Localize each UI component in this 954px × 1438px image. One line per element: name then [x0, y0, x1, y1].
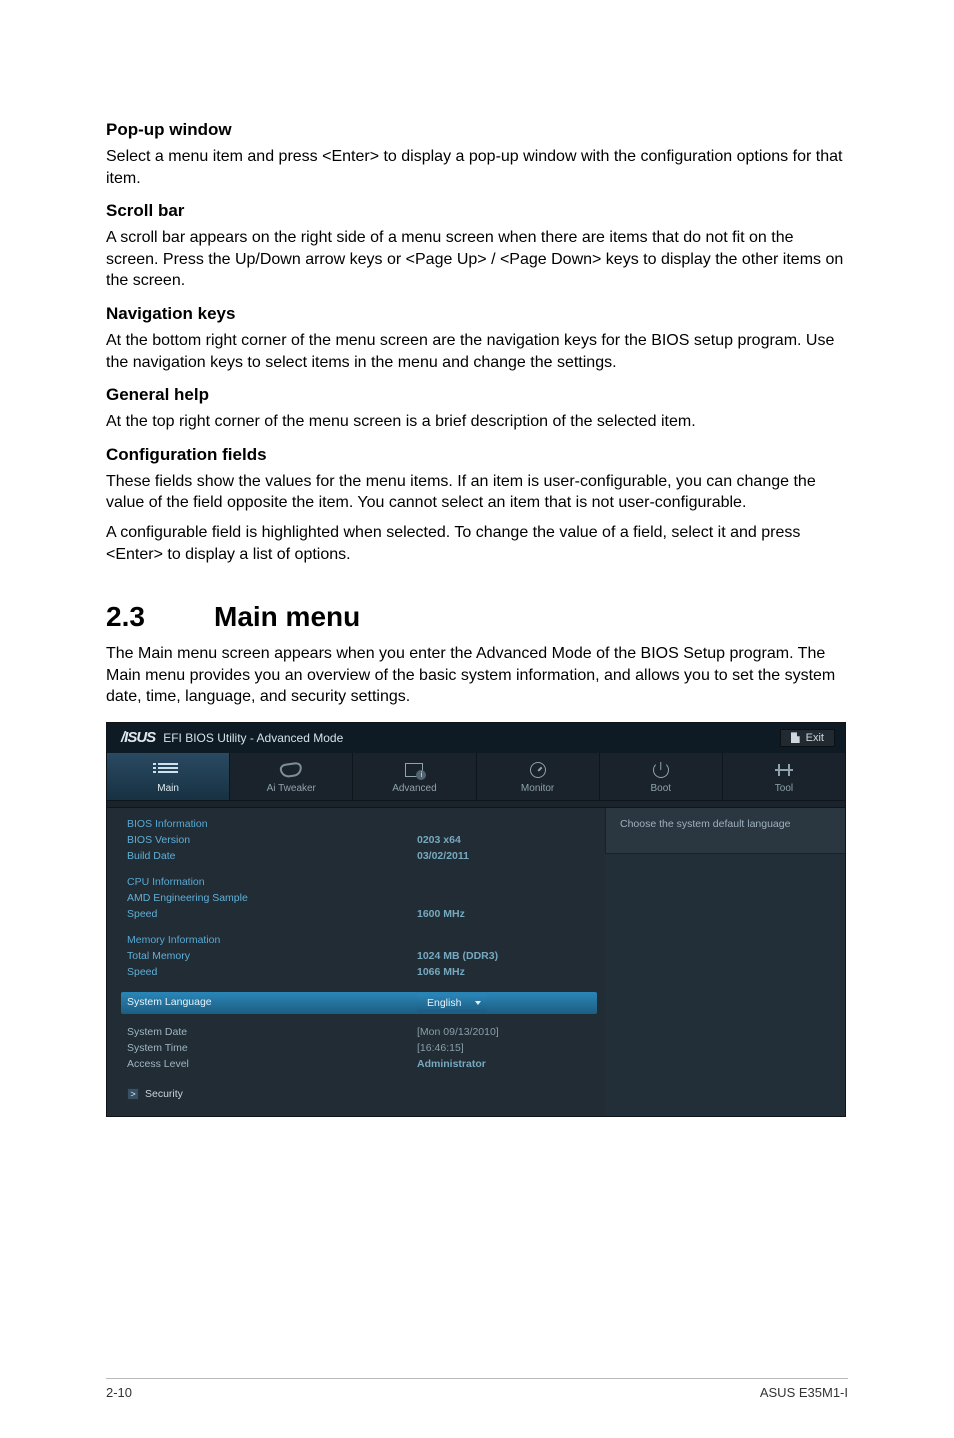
- section-intro: The Main menu screen appears when you en…: [106, 643, 848, 708]
- bios-left-panel: BIOS Information BIOS Version 0203 x64 B…: [107, 808, 605, 1116]
- bios-help-text: Choose the system default language: [620, 818, 790, 830]
- tab-monitor-label: Monitor: [477, 783, 599, 794]
- total-memory-label: Total Memory: [127, 948, 417, 964]
- navkeys-heading: Navigation keys: [106, 304, 848, 324]
- tab-monitor[interactable]: Monitor: [477, 753, 600, 800]
- tab-tool-label: Tool: [723, 783, 845, 794]
- tool-icon: [775, 764, 793, 776]
- cfgfields-heading: Configuration fields: [106, 445, 848, 465]
- cpu-speed-value: 1600 MHz: [417, 906, 591, 922]
- total-memory-value: 1024 MB (DDR3): [417, 948, 591, 964]
- scrollbar-heading: Scroll bar: [106, 201, 848, 221]
- popup-heading: Pop-up window: [106, 120, 848, 140]
- row-access-level: Access Level Administrator: [127, 1056, 591, 1072]
- row-system-time[interactable]: System Time [16:46:15]: [127, 1040, 591, 1056]
- tab-boot[interactable]: Boot: [600, 753, 723, 800]
- footer-product-name: ASUS E35M1-I: [760, 1385, 848, 1400]
- bios-version-value: 0203 x64: [417, 832, 591, 848]
- tab-advanced[interactable]: Advanced: [353, 753, 476, 800]
- genhelp-paragraph: At the top right corner of the menu scre…: [106, 411, 848, 433]
- tab-aitweaker-label: Ai Tweaker: [230, 783, 352, 794]
- exit-button[interactable]: Exit: [780, 729, 835, 747]
- system-date-label: System Date: [127, 1024, 417, 1040]
- tab-main[interactable]: Main: [107, 753, 230, 800]
- page-footer: 2-10 ASUS E35M1-I: [106, 1378, 848, 1400]
- build-date-value: 03/02/2011: [417, 848, 591, 864]
- chip-info-icon: [405, 763, 423, 777]
- section-number: 2.3: [106, 601, 214, 633]
- row-build-date: Build Date 03/02/2011: [127, 848, 591, 864]
- row-system-date[interactable]: System Date [Mon 09/13/2010]: [127, 1024, 591, 1040]
- content-spacer: [107, 800, 845, 808]
- row-total-memory: Total Memory 1024 MB (DDR3): [127, 948, 591, 964]
- memory-speed-label: Speed: [127, 964, 417, 980]
- bios-help-panel: Choose the system default language: [605, 808, 845, 854]
- row-bios-version: BIOS Version 0203 x64: [127, 832, 591, 848]
- system-date-value: [Mon 09/13/2010]: [417, 1024, 591, 1040]
- tab-tool[interactable]: Tool: [723, 753, 845, 800]
- group-datetime: System Date [Mon 09/13/2010] System Time…: [127, 1024, 591, 1072]
- tab-ai-tweaker[interactable]: Ai Tweaker: [230, 753, 353, 800]
- group-cpu-info: CPU Information AMD Engineering Sample S…: [127, 876, 591, 922]
- system-language-label: System Language: [127, 994, 417, 1012]
- cpu-speed-label: Speed: [127, 906, 417, 922]
- popup-paragraph: Select a menu item and press <Enter> to …: [106, 146, 848, 189]
- mouse-icon: [279, 761, 303, 778]
- row-security[interactable]: > Security: [127, 1088, 183, 1100]
- cfgfields-paragraph-2: A configurable field is highlighted when…: [106, 522, 848, 565]
- memory-info-title: Memory Information: [127, 934, 591, 946]
- exit-label: Exit: [806, 732, 824, 744]
- cpu-sample-label: AMD Engineering Sample: [127, 890, 417, 906]
- bios-header-title: EFI BIOS Utility - Advanced Mode: [163, 731, 343, 745]
- tab-advanced-label: Advanced: [353, 783, 475, 794]
- asus-logo: /ISUS: [121, 729, 155, 746]
- footer-page-number: 2-10: [106, 1385, 132, 1400]
- system-language-dropdown[interactable]: English: [417, 994, 487, 1012]
- access-level-value: Administrator: [417, 1056, 591, 1072]
- security-label: Security: [145, 1088, 183, 1100]
- group-bios-info: BIOS Information BIOS Version 0203 x64 B…: [127, 818, 591, 864]
- tab-boot-label: Boot: [600, 783, 722, 794]
- bios-tabs: Main Ai Tweaker Advanced Monitor Boot To…: [107, 753, 845, 800]
- row-cpu-speed: Speed 1600 MHz: [127, 906, 591, 922]
- row-memory-speed: Speed 1066 MHz: [127, 964, 591, 980]
- build-date-label: Build Date: [127, 848, 417, 864]
- cpu-info-title: CPU Information: [127, 876, 591, 888]
- bios-content: BIOS Information BIOS Version 0203 x64 B…: [107, 808, 845, 1116]
- navkeys-paragraph: At the bottom right corner of the menu s…: [106, 330, 848, 373]
- bios-version-label: BIOS Version: [127, 832, 417, 848]
- cfgfields-paragraph-1: These fields show the values for the men…: [106, 471, 848, 514]
- bios-info-title: BIOS Information: [127, 818, 591, 830]
- bios-window: /ISUS EFI BIOS Utility - Advanced Mode E…: [106, 722, 846, 1117]
- genhelp-heading: General help: [106, 385, 848, 405]
- system-time-label: System Time: [127, 1040, 417, 1056]
- chevron-right-icon: >: [127, 1088, 139, 1100]
- exit-icon: [791, 732, 800, 743]
- power-icon: [653, 762, 669, 778]
- row-system-language[interactable]: System Language English: [121, 992, 597, 1014]
- bios-header: /ISUS EFI BIOS Utility - Advanced Mode E…: [107, 723, 845, 753]
- system-time-value: [16:46:15]: [417, 1040, 591, 1056]
- access-level-label: Access Level: [127, 1056, 417, 1072]
- tab-main-label: Main: [107, 783, 229, 794]
- list-icon: [158, 763, 178, 777]
- scrollbar-paragraph: A scroll bar appears on the right side o…: [106, 227, 848, 292]
- page-root: Pop-up window Select a menu item and pre…: [0, 0, 954, 1438]
- memory-speed-value: 1066 MHz: [417, 964, 591, 980]
- section-heading: 2.3Main menu: [106, 601, 848, 633]
- section-title: Main menu: [214, 601, 360, 632]
- row-cpu-sample: AMD Engineering Sample: [127, 890, 591, 906]
- group-memory-info: Memory Information Total Memory 1024 MB …: [127, 934, 591, 980]
- gauge-icon: [530, 762, 546, 778]
